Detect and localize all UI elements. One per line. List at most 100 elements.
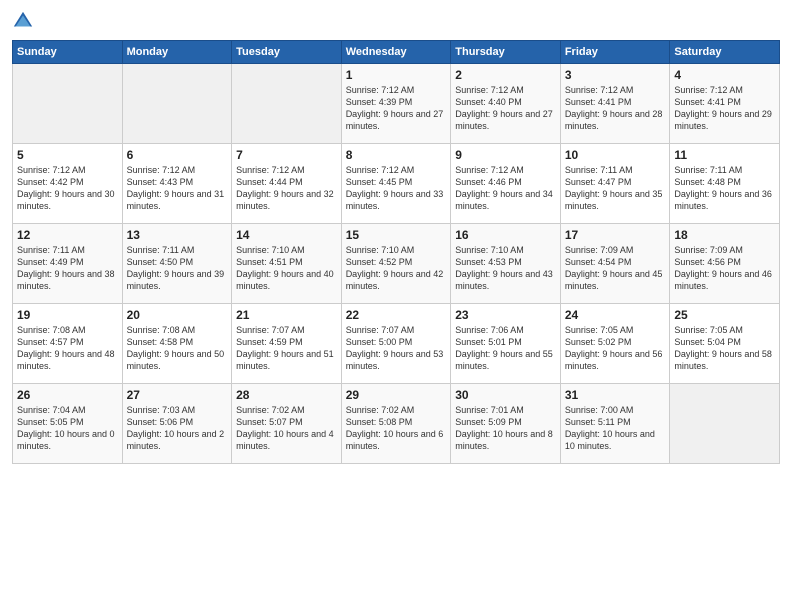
day-cell — [232, 64, 342, 144]
day-number: 11 — [674, 148, 775, 162]
day-cell — [13, 64, 123, 144]
day-number: 28 — [236, 388, 337, 402]
day-number: 17 — [565, 228, 666, 242]
day-info: Sunrise: 7:02 AM Sunset: 5:08 PM Dayligh… — [346, 404, 447, 453]
day-info: Sunrise: 7:05 AM Sunset: 5:02 PM Dayligh… — [565, 324, 666, 373]
day-number: 7 — [236, 148, 337, 162]
day-number: 8 — [346, 148, 447, 162]
day-info: Sunrise: 7:02 AM Sunset: 5:07 PM Dayligh… — [236, 404, 337, 453]
day-cell: 22 Sunrise: 7:07 AM Sunset: 5:00 PM Dayli… — [341, 304, 451, 384]
day-number: 16 — [455, 228, 556, 242]
week-row-5: 26 Sunrise: 7:04 AM Sunset: 5:05 PM Dayli… — [13, 384, 780, 464]
day-cell: 31 Sunrise: 7:00 AM Sunset: 5:11 PM Dayli… — [560, 384, 670, 464]
day-info: Sunrise: 7:07 AM Sunset: 5:00 PM Dayligh… — [346, 324, 447, 373]
day-number: 22 — [346, 308, 447, 322]
day-number: 21 — [236, 308, 337, 322]
weekday-thursday: Thursday — [451, 41, 561, 64]
weekday-sunday: Sunday — [13, 41, 123, 64]
day-info: Sunrise: 7:12 AM Sunset: 4:43 PM Dayligh… — [127, 164, 228, 213]
day-cell: 28 Sunrise: 7:02 AM Sunset: 5:07 PM Dayli… — [232, 384, 342, 464]
day-cell: 6 Sunrise: 7:12 AM Sunset: 4:43 PM Daylig… — [122, 144, 232, 224]
day-number: 15 — [346, 228, 447, 242]
day-cell: 27Sunrise: 7:03 AM Sunset: 5:06 PM Dayli… — [122, 384, 232, 464]
week-row-1: 1Sunrise: 7:12 AM Sunset: 4:39 PM Daylig… — [13, 64, 780, 144]
page-container: SundayMondayTuesdayWednesdayThursdayFrid… — [0, 0, 792, 612]
day-cell: 25Sunrise: 7:05 AM Sunset: 5:04 PM Dayli… — [670, 304, 780, 384]
day-info: Sunrise: 7:09 AM Sunset: 4:56 PM Dayligh… — [674, 244, 775, 293]
weekday-friday: Friday — [560, 41, 670, 64]
day-cell — [122, 64, 232, 144]
day-cell: 3 Sunrise: 7:12 AM Sunset: 4:41 PM Daylig… — [560, 64, 670, 144]
day-info: Sunrise: 7:12 AM Sunset: 4:41 PM Dayligh… — [674, 84, 775, 133]
day-info: Sunrise: 7:04 AM Sunset: 5:05 PM Dayligh… — [17, 404, 118, 453]
day-info: Sunrise: 7:11 AM Sunset: 4:47 PM Dayligh… — [565, 164, 666, 213]
day-number: 24 — [565, 308, 666, 322]
day-number: 31 — [565, 388, 666, 402]
day-number: 12 — [17, 228, 118, 242]
day-number: 23 — [455, 308, 556, 322]
day-info: Sunrise: 7:11 AM Sunset: 4:48 PM Dayligh… — [674, 164, 775, 213]
day-info: Sunrise: 7:10 AM Sunset: 4:53 PM Dayligh… — [455, 244, 556, 293]
day-info: Sunrise: 7:08 AM Sunset: 4:57 PM Dayligh… — [17, 324, 118, 373]
day-info: Sunrise: 7:12 AM Sunset: 4:44 PM Dayligh… — [236, 164, 337, 213]
day-cell: 24 Sunrise: 7:05 AM Sunset: 5:02 PM Dayli… — [560, 304, 670, 384]
day-cell — [670, 384, 780, 464]
day-number: 26 — [17, 388, 118, 402]
day-number: 5 — [17, 148, 118, 162]
day-info: Sunrise: 7:00 AM Sunset: 5:11 PM Dayligh… — [565, 404, 666, 453]
day-cell: 10 Sunrise: 7:11 AM Sunset: 4:47 PM Dayli… — [560, 144, 670, 224]
day-cell: 20 Sunrise: 7:08 AM Sunset: 4:58 PM Dayli… — [122, 304, 232, 384]
weekday-header-row: SundayMondayTuesdayWednesdayThursdayFrid… — [13, 41, 780, 64]
day-cell: 11 Sunrise: 7:11 AM Sunset: 4:48 PM Dayli… — [670, 144, 780, 224]
day-cell: 23 Sunrise: 7:06 AM Sunset: 5:01 PM Dayli… — [451, 304, 561, 384]
week-row-2: 5 Sunrise: 7:12 AM Sunset: 4:42 PM Daylig… — [13, 144, 780, 224]
day-info: Sunrise: 7:12 AM Sunset: 4:41 PM Dayligh… — [565, 84, 666, 133]
day-cell: 19Sunrise: 7:08 AM Sunset: 4:57 PM Dayli… — [13, 304, 123, 384]
day-cell: 29 Sunrise: 7:02 AM Sunset: 5:08 PM Dayli… — [341, 384, 451, 464]
day-number: 3 — [565, 68, 666, 82]
day-info: Sunrise: 7:01 AM Sunset: 5:09 PM Dayligh… — [455, 404, 556, 453]
header — [12, 10, 780, 32]
day-number: 29 — [346, 388, 447, 402]
day-info: Sunrise: 7:11 AM Sunset: 4:49 PM Dayligh… — [17, 244, 118, 293]
day-info: Sunrise: 7:10 AM Sunset: 4:51 PM Dayligh… — [236, 244, 337, 293]
day-number: 30 — [455, 388, 556, 402]
day-info: Sunrise: 7:12 AM Sunset: 4:42 PM Dayligh… — [17, 164, 118, 213]
day-cell: 30 Sunrise: 7:01 AM Sunset: 5:09 PM Dayli… — [451, 384, 561, 464]
day-number: 1 — [346, 68, 447, 82]
day-cell: 26 Sunrise: 7:04 AM Sunset: 5:05 PM Dayli… — [13, 384, 123, 464]
week-row-4: 19Sunrise: 7:08 AM Sunset: 4:57 PM Dayli… — [13, 304, 780, 384]
day-number: 2 — [455, 68, 556, 82]
day-number: 6 — [127, 148, 228, 162]
day-cell: 18 Sunrise: 7:09 AM Sunset: 4:56 PM Dayli… — [670, 224, 780, 304]
day-cell: 21 Sunrise: 7:07 AM Sunset: 4:59 PM Dayli… — [232, 304, 342, 384]
day-cell: 4Sunrise: 7:12 AM Sunset: 4:41 PM Daylig… — [670, 64, 780, 144]
day-info: Sunrise: 7:03 AM Sunset: 5:06 PM Dayligh… — [127, 404, 228, 453]
day-info: Sunrise: 7:09 AM Sunset: 4:54 PM Dayligh… — [565, 244, 666, 293]
day-cell: 13 Sunrise: 7:11 AM Sunset: 4:50 PM Dayli… — [122, 224, 232, 304]
day-cell: 16 Sunrise: 7:10 AM Sunset: 4:53 PM Dayli… — [451, 224, 561, 304]
day-cell: 17 Sunrise: 7:09 AM Sunset: 4:54 PM Dayli… — [560, 224, 670, 304]
weekday-saturday: Saturday — [670, 41, 780, 64]
day-cell: 1Sunrise: 7:12 AM Sunset: 4:39 PM Daylig… — [341, 64, 451, 144]
day-cell: 12 Sunrise: 7:11 AM Sunset: 4:49 PM Dayli… — [13, 224, 123, 304]
week-row-3: 12 Sunrise: 7:11 AM Sunset: 4:49 PM Dayli… — [13, 224, 780, 304]
day-info: Sunrise: 7:05 AM Sunset: 5:04 PM Dayligh… — [674, 324, 775, 373]
weekday-wednesday: Wednesday — [341, 41, 451, 64]
day-cell: 14Sunrise: 7:10 AM Sunset: 4:51 PM Dayli… — [232, 224, 342, 304]
weekday-tuesday: Tuesday — [232, 41, 342, 64]
logo — [12, 10, 36, 32]
day-info: Sunrise: 7:12 AM Sunset: 4:46 PM Dayligh… — [455, 164, 556, 213]
day-info: Sunrise: 7:07 AM Sunset: 4:59 PM Dayligh… — [236, 324, 337, 373]
day-cell: 2 Sunrise: 7:12 AM Sunset: 4:40 PM Daylig… — [451, 64, 561, 144]
day-number: 18 — [674, 228, 775, 242]
day-info: Sunrise: 7:08 AM Sunset: 4:58 PM Dayligh… — [127, 324, 228, 373]
day-number: 13 — [127, 228, 228, 242]
calendar-table: SundayMondayTuesdayWednesdayThursdayFrid… — [12, 40, 780, 464]
day-info: Sunrise: 7:12 AM Sunset: 4:40 PM Dayligh… — [455, 84, 556, 133]
day-number: 20 — [127, 308, 228, 322]
day-info: Sunrise: 7:06 AM Sunset: 5:01 PM Dayligh… — [455, 324, 556, 373]
day-info: Sunrise: 7:11 AM Sunset: 4:50 PM Dayligh… — [127, 244, 228, 293]
day-cell: 5 Sunrise: 7:12 AM Sunset: 4:42 PM Daylig… — [13, 144, 123, 224]
day-number: 10 — [565, 148, 666, 162]
